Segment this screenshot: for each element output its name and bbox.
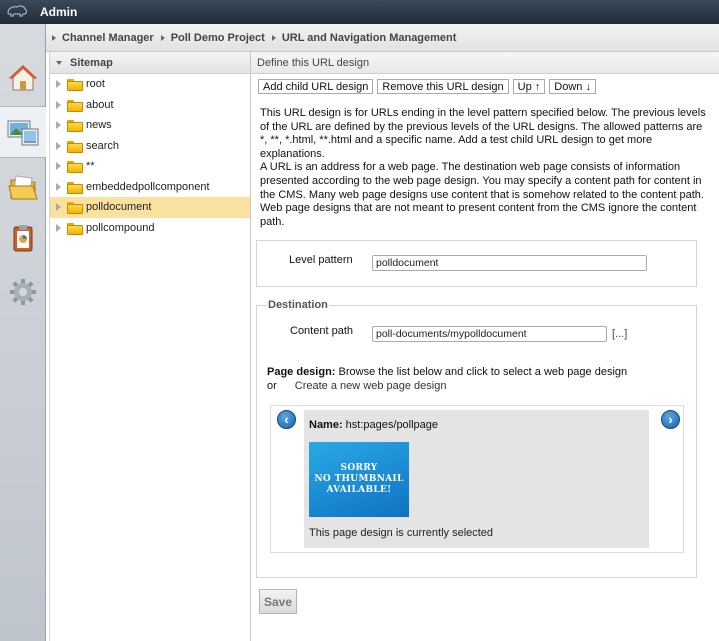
home-icon: [8, 65, 38, 91]
toolbar: Add child URL design Remove this URL des…: [258, 79, 596, 94]
level-pattern-label: Level pattern: [289, 254, 353, 266]
settings-gear-icon: [10, 279, 36, 305]
level-pattern-section: Level pattern: [256, 240, 697, 287]
move-down-button[interactable]: Down ↓: [549, 79, 596, 94]
carousel-next-button[interactable]: ›: [661, 410, 680, 429]
documents-folder-icon: [8, 175, 38, 200]
breadcrumb-item[interactable]: URL and Navigation Management: [271, 32, 456, 44]
page-design-carousel: ‹ Name: hst:pages/pollpage SORRY NO THUM…: [270, 405, 684, 553]
folder-icon: [67, 222, 83, 235]
hippo-logo-icon: [7, 5, 28, 17]
create-page-design-link[interactable]: Create a new web page design: [295, 380, 447, 392]
sitemap-item-polldocument[interactable]: polldocument: [50, 197, 250, 218]
expand-icon[interactable]: [56, 182, 61, 191]
perspective-rail: [0, 24, 46, 641]
rail-settings[interactable]: [0, 266, 46, 318]
panel-title: Define this URL design: [251, 52, 719, 74]
folder-icon: [67, 140, 83, 153]
folder-icon: [67, 119, 83, 133]
breadcrumb-item[interactable]: Poll Demo Project: [160, 32, 265, 44]
rail-reports[interactable]: [0, 212, 46, 264]
arrow-right-icon: ›: [668, 412, 673, 427]
content-path-input[interactable]: [372, 326, 607, 342]
expand-icon[interactable]: [56, 223, 61, 232]
expand-icon[interactable]: [56, 80, 61, 89]
url-design-description: This URL design is for URLs ending in th…: [260, 107, 706, 228]
breadcrumb-arrow-icon: [52, 34, 56, 41]
folder-icon: [67, 201, 83, 215]
sitemap-item-search[interactable]: search: [50, 136, 250, 157]
expand-icon[interactable]: [56, 203, 61, 212]
page-design-card[interactable]: Name: hst:pages/pollpage SORRY NO THUMBN…: [304, 410, 649, 548]
save-button[interactable]: Save: [259, 589, 297, 614]
sitemap-item-news[interactable]: news: [50, 115, 250, 136]
sitemap-item-embeddedpollcomponent[interactable]: embeddedpollcomponent: [50, 177, 250, 198]
expand-icon[interactable]: [56, 121, 61, 130]
breadcrumb-arrow-icon: [160, 34, 165, 41]
breadcrumb-item[interactable]: Channel Manager: [52, 32, 154, 44]
folder-icon: [67, 99, 83, 112]
sitemap-header[interactable]: Sitemap: [50, 52, 250, 74]
page-design-instructions: Page design: Browse the list below and c…: [267, 366, 628, 378]
channel-manager-icon: [7, 120, 39, 146]
arrow-left-icon: ‹: [284, 412, 289, 427]
expand-icon[interactable]: [56, 162, 61, 171]
level-pattern-input[interactable]: [372, 255, 647, 271]
app-title: Admin: [40, 5, 78, 19]
remove-url-design-button[interactable]: Remove this URL design: [377, 79, 509, 94]
expand-icon[interactable]: [56, 100, 61, 109]
page-design-status: This page design is currently selected: [309, 527, 494, 539]
collapse-icon: [56, 60, 62, 65]
browse-content-path-button[interactable]: [...]: [612, 328, 627, 340]
folder-icon: [67, 160, 83, 174]
sitemap-item-wildcard[interactable]: **: [50, 156, 250, 177]
page-design-or-line: or Create a new web page design: [267, 380, 447, 392]
move-up-button[interactable]: Up ↑: [512, 79, 546, 94]
rail-home[interactable]: [0, 52, 46, 104]
folder-icon: [67, 78, 83, 92]
folder-icon: [67, 181, 83, 194]
carousel-prev-button[interactable]: ‹: [277, 410, 296, 429]
breadcrumb-arrow-icon: [271, 34, 276, 41]
sitemap-item-about[interactable]: about: [50, 95, 250, 116]
rail-channel-manager[interactable]: [0, 106, 46, 158]
destination-legend: Destination: [267, 299, 329, 311]
rail-documents[interactable]: [0, 162, 46, 214]
page-design-thumbnail: SORRY NO THUMBNAIL AVAILABLE!: [309, 442, 409, 517]
content-path-label: Content path: [290, 325, 353, 337]
sitemap-panel: Sitemap root about news search ** embedd…: [49, 52, 251, 641]
destination-section: Destination Content path [...] Page desi…: [256, 299, 697, 578]
expand-icon[interactable]: [56, 141, 61, 150]
sitemap-item-pollcompound[interactable]: pollcompound: [50, 218, 250, 239]
breadcrumb: Channel Manager Poll Demo Project URL an…: [46, 24, 719, 52]
top-bar: Admin: [0, 0, 719, 24]
thumbnail-placeholder-text: SORRY NO THUMBNAIL AVAILABLE!: [314, 463, 404, 495]
url-design-panel: Define this URL design Add child URL des…: [251, 52, 719, 641]
sitemap-item-root[interactable]: root: [50, 74, 250, 95]
reports-icon: [13, 225, 33, 252]
add-child-url-design-button[interactable]: Add child URL design: [258, 79, 374, 94]
page-design-name: Name: hst:pages/pollpage: [309, 419, 439, 431]
